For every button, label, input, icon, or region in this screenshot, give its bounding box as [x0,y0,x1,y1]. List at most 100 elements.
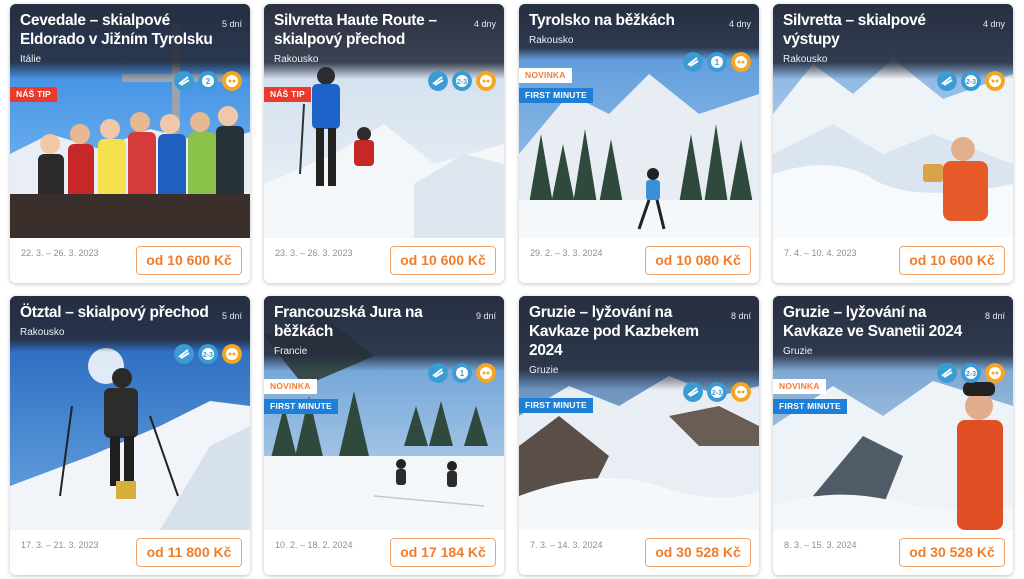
tour-duration: 4 dny [728,19,751,29]
fitness-rating-icon [985,363,1005,383]
svg-text:2-3: 2-3 [966,371,976,378]
activity-type-icon [683,382,703,402]
svg-text:1: 1 [715,58,720,67]
tour-duration: 5 dní [221,19,242,29]
badge-new: NOVINKA [519,68,572,83]
tour-date: 7. 4. – 10. 4. 2023 [784,248,857,258]
activity-type-icon [683,52,703,72]
tour-date: 7. 3. – 14. 3. 2024 [530,540,603,550]
tour-country: Rakousko [783,54,828,65]
tour-country: Gruzie [783,346,813,357]
price-button[interactable]: od 10 600 Kč [136,246,242,275]
price-button[interactable]: od 30 528 Kč [899,538,1005,567]
tour-icons: 1 [428,363,496,383]
badge-our-tip: NÁŠ TIP [264,87,311,102]
card-footer: 8. 3. – 15. 3. 2024 od 30 528 Kč [773,530,1013,575]
difficulty-level-icon: 1 [452,363,472,383]
difficulty-level-icon: 2-3 [961,363,981,383]
fitness-rating-icon [222,71,242,91]
tour-card-tyrolsko-bezky[interactable]: Tyrolsko na běžkách Rakousko 4 dny 1 NOV… [519,4,759,283]
svg-text:2-3: 2-3 [966,79,976,86]
tour-title[interactable]: Gruzie – lyžování na Kavkaze pod Kazbeke… [529,303,725,360]
badge-new: NOVINKA [773,379,826,394]
card-footer: 10. 2. – 18. 2. 2024 od 17 184 Kč [264,530,504,575]
badge-first-minute: FIRST MINUTE [773,399,847,414]
card-footer: 23. 3. – 26. 3. 2023 od 10 600 Kč [264,238,504,283]
tour-title[interactable]: Tyrolsko na běžkách [529,11,725,30]
tour-date: 10. 2. – 18. 2. 2024 [275,540,353,550]
activity-type-icon [937,71,957,91]
tour-title[interactable]: Francouzská Jura na běžkách [274,303,470,341]
tour-card-silvretta-haute-route[interactable]: Silvretta Haute Route – skialpový přecho… [264,4,504,283]
tour-date: 17. 3. – 21. 3. 2023 [21,540,99,550]
badge-first-minute: FIRST MINUTE [519,88,593,103]
tour-duration: 4 dny [982,19,1005,29]
tour-country: Rakousko [529,35,574,46]
tour-title[interactable]: Cevedale – skialpové Eldorado v Jižním T… [20,11,216,49]
tour-date: 23. 3. – 26. 3. 2023 [275,248,353,258]
tour-card-cevedale[interactable]: Cevedale – skialpové Eldorado v Jižním T… [10,4,250,283]
card-header: Francouzská Jura na běžkách Francie 9 dn… [264,296,504,371]
tour-card-francouzska-jura[interactable]: Francouzská Jura na běžkách Francie 9 dn… [264,296,504,575]
tour-card-silvretta-vystupy[interactable]: Silvretta – skialpové výstupy Rakousko 4… [773,4,1013,283]
card-header: Silvretta – skialpové výstupy Rakousko 4… [773,4,1013,79]
tour-title[interactable]: Ötztal – skialpový přechod [20,303,216,322]
price-button[interactable]: od 30 528 Kč [645,538,751,567]
fitness-rating-icon [985,71,1005,91]
card-header: Silvretta Haute Route – skialpový přecho… [264,4,504,79]
card-footer: 7. 3. – 14. 3. 2024 od 30 528 Kč [519,530,759,575]
tour-title[interactable]: Silvretta – skialpové výstupy [783,11,979,49]
difficulty-level-icon: 2-3 [198,344,218,364]
price-button[interactable]: od 11 800 Kč [136,538,242,567]
fitness-rating-icon [731,382,751,402]
activity-type-icon [428,363,448,383]
card-header: Gruzie – lyžování na Kavkaze pod Kazbeke… [519,296,759,390]
price-button[interactable]: od 10 080 Kč [645,246,751,275]
card-footer: 22. 3. – 26. 3. 2023 od 10 600 Kč [10,238,250,283]
badge-first-minute: FIRST MINUTE [264,399,338,414]
tour-country: Francie [274,346,308,357]
fitness-rating-icon [476,71,496,91]
tour-duration: 5 dní [221,311,242,321]
svg-text:2: 2 [206,77,211,86]
difficulty-level-icon: 1 [707,52,727,72]
price-button[interactable]: od 17 184 Kč [390,538,496,567]
tour-duration: 8 dní [984,311,1005,321]
tour-date: 8. 3. – 15. 3. 2024 [784,540,857,550]
tour-icons: 2-3 [428,71,496,91]
tour-icons: 1 [683,52,751,72]
tour-card-gruzie-svanetie[interactable]: Gruzie – lyžování na Kavkaze ve Svanetii… [773,296,1013,575]
card-footer: 7. 4. – 10. 4. 2023 od 10 600 Kč [773,238,1013,283]
tour-country: Rakousko [20,327,65,338]
badge-first-minute: FIRST MINUTE [519,398,593,413]
tour-icons: 2-3 [937,363,1005,383]
badge-new: NOVINKA [264,379,317,394]
card-footer: 17. 3. – 21. 3. 2023 od 11 800 Kč [10,530,250,575]
card-header: Gruzie – lyžování na Kavkaze ve Svanetii… [773,296,1013,371]
tour-title[interactable]: Silvretta Haute Route – skialpový přecho… [274,11,470,49]
tour-country: Itálie [20,54,42,65]
activity-type-icon [174,71,194,91]
svg-text:2-3: 2-3 [203,352,213,359]
card-footer: 29. 2. – 3. 3. 2024 od 10 080 Kč [519,238,759,283]
fitness-rating-icon [476,363,496,383]
price-button[interactable]: od 10 600 Kč [899,246,1005,275]
tour-duration: 9 dní [475,311,496,321]
tour-date: 22. 3. – 26. 3. 2023 [21,248,99,258]
activity-type-icon [428,71,448,91]
svg-text:1: 1 [460,369,465,378]
card-header: Cevedale – skialpové Eldorado v Jižním T… [10,4,250,79]
tour-duration: 8 dní [730,311,751,321]
difficulty-level-icon: 2-3 [452,71,472,91]
activity-type-icon [937,363,957,383]
tour-card-otztal[interactable]: Ötztal – skialpový přechod Rakousko 5 dn… [10,296,250,575]
badge-our-tip: NÁŠ TIP [10,87,57,102]
tour-icons: 2 [174,71,242,91]
svg-text:2-3: 2-3 [457,79,467,86]
price-button[interactable]: od 10 600 Kč [390,246,496,275]
tour-country: Rakousko [274,54,319,65]
tour-card-gruzie-kazbek[interactable]: Gruzie – lyžování na Kavkaze pod Kazbeke… [519,296,759,575]
difficulty-level-icon: 2 [198,71,218,91]
tour-title[interactable]: Gruzie – lyžování na Kavkaze ve Svanetii… [783,303,979,341]
difficulty-level-icon: 2-3 [707,382,727,402]
